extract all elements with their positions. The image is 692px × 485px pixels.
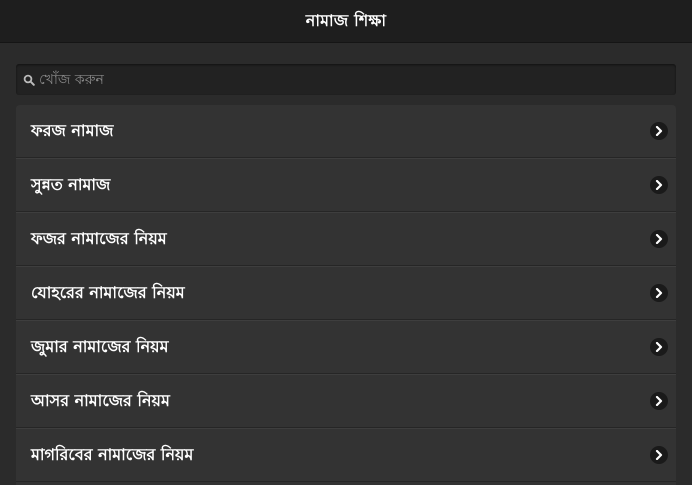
list-item[interactable]: মাগরিবের নামাজের নিয়ম	[16, 428, 676, 482]
list-item-label: ফজর নামাজের নিয়ম	[31, 228, 167, 248]
list-item[interactable]: ফজর নামাজের নিয়ম	[16, 212, 676, 266]
list-item-label: আসর নামাজের নিয়ম	[31, 390, 170, 410]
chevron-right-icon[interactable]	[650, 230, 668, 248]
list-item-label: মাগরিবের নামাজের নিয়ম	[31, 444, 194, 464]
chevron-right-icon[interactable]	[650, 392, 668, 410]
list-item[interactable]: ফরজ নামাজ	[16, 105, 676, 158]
list-item[interactable]: আসর নামাজের নিয়ম	[16, 374, 676, 428]
list-item[interactable]: সুন্নত নামাজ	[16, 158, 676, 212]
chevron-right-icon[interactable]	[650, 122, 668, 140]
list-item[interactable]: জুমার নামাজের নিয়ম	[16, 320, 676, 374]
menu-list: ফরজ নামাজ সুন্নত নামাজ ফজর নামাজের নিয়ম…	[16, 105, 676, 485]
search-icon	[22, 73, 36, 87]
page-title: নামাজ শিক্ষা	[305, 10, 387, 30]
app-header: নামাজ শিক্ষা	[0, 0, 692, 43]
list-item[interactable]: যোহরের নামাজের নিয়ম	[16, 266, 676, 320]
list-item-label: যোহরের নামাজের নিয়ম	[31, 282, 185, 302]
chevron-right-icon[interactable]	[650, 284, 668, 302]
search-input[interactable]	[36, 65, 676, 94]
chevron-right-icon[interactable]	[650, 338, 668, 356]
chevron-right-icon[interactable]	[650, 176, 668, 194]
list-item-label: সুন্নত নামাজ	[31, 174, 111, 194]
search-bar[interactable]	[16, 64, 676, 95]
chevron-right-icon[interactable]	[650, 446, 668, 464]
list-item-label: ফরজ নামাজ	[31, 120, 114, 140]
list-item-label: জুমার নামাজের নিয়ম	[31, 336, 169, 356]
